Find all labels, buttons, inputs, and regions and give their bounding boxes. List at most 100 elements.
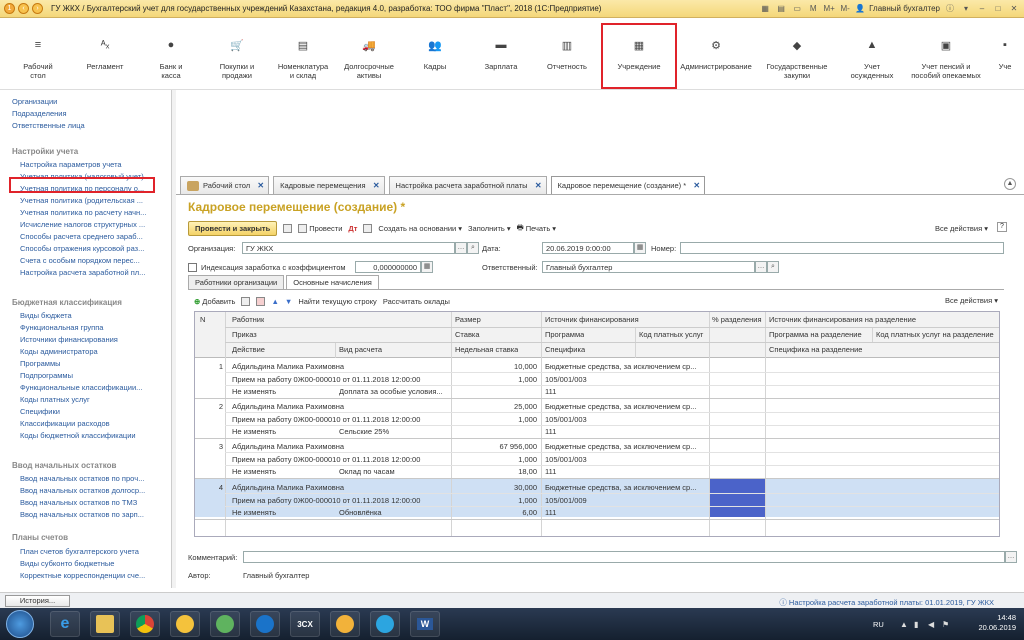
section-11[interactable]: ◆ Государственные закупки: [757, 18, 837, 90]
nav-item[interactable]: Коды платных услуг: [20, 395, 90, 404]
spec-cell[interactable]: 111: [545, 508, 633, 517]
nav-item[interactable]: Организации: [12, 97, 57, 106]
nav-item[interactable]: Ввод начальных остатков по прoч...: [20, 474, 144, 483]
calc-icon[interactable]: ▤: [775, 2, 787, 14]
tab-personnel-move-create[interactable]: Кадровое перемещение (создание) * ✕: [550, 176, 706, 194]
mem-mminus-button[interactable]: M-: [839, 2, 851, 14]
app-logo-icon[interactable]: 1: [4, 3, 15, 14]
comment-field[interactable]: [243, 551, 1005, 563]
current-user[interactable]: Главный бухгалтер: [869, 4, 940, 13]
section-12[interactable]: ▲ Учет осужденных: [837, 18, 907, 90]
order-cell[interactable]: Прием на работу 0Ж00-000010 от 01.11.201…: [232, 496, 450, 505]
forward-icon[interactable]: ›: [32, 3, 43, 14]
minimize-button[interactable]: –: [976, 2, 988, 14]
selected-cell[interactable]: [709, 479, 765, 517]
size-cell[interactable]: 30,000: [453, 483, 537, 492]
subtab-accruals[interactable]: Основные начисления: [286, 275, 379, 289]
size-cell[interactable]: 10,000: [453, 362, 537, 371]
order-cell[interactable]: Прием на работу 0Ж00-000010 от 01.11.201…: [232, 455, 450, 464]
section-3[interactable]: 🛒 Покупки и продажи: [204, 18, 270, 90]
nav-item[interactable]: Подразделения: [12, 109, 67, 118]
source-cell[interactable]: Бюджетные средства, за исключением ср...: [545, 362, 707, 371]
responsible-field[interactable]: Главный бухгалтер: [542, 261, 755, 273]
find-current-row-button[interactable]: Найти текущую строку: [298, 297, 376, 306]
mem-m-button[interactable]: M: [807, 2, 819, 14]
source-cell[interactable]: Бюджетные средства, за исключением ср...: [545, 442, 707, 451]
close-tab-icon[interactable]: ✕: [535, 181, 542, 190]
close-tab-icon[interactable]: ✕: [257, 181, 264, 190]
nav-item[interactable]: Источники финансирования: [20, 335, 118, 344]
nav-item[interactable]: Коды бюджетной классификации: [20, 431, 136, 440]
section-5[interactable]: 🚚 Долгосрочные активы: [336, 18, 402, 90]
onec2-icon[interactable]: [330, 611, 360, 637]
indexation-checkbox[interactable]: [188, 263, 197, 272]
col-spec[interactable]: Специфика: [545, 345, 585, 354]
action-cell[interactable]: Не изменять: [232, 467, 334, 476]
section-4[interactable]: ▤ Номенклатура и склад: [270, 18, 336, 90]
collapse-icon[interactable]: ▲: [1004, 178, 1016, 190]
info-icon[interactable]: ⓘ: [944, 2, 956, 14]
close-button[interactable]: ✕: [1008, 2, 1020, 14]
col-source[interactable]: Источник финансирования: [545, 315, 639, 324]
col-paid-code[interactable]: Код платных услуг: [639, 330, 707, 339]
date-field[interactable]: 20.06.2019 0:00:00: [542, 242, 634, 254]
action-cell[interactable]: Не изменять: [232, 387, 334, 396]
section-1[interactable]: ᴬₓ Регламент: [72, 18, 138, 90]
nav-item[interactable]: Настройка расчета заработной пл...: [20, 268, 145, 277]
print-button[interactable]: 🖶 Печать ▾: [517, 222, 556, 235]
dots-icon[interactable]: …: [1005, 551, 1017, 563]
rate-cell[interactable]: 1,000: [453, 496, 537, 505]
tab-salary-settings[interactable]: Настройка расчета заработной платы ✕: [388, 176, 547, 194]
calc-salaries-button[interactable]: Рассчитать оклады: [383, 297, 450, 306]
help-icon[interactable]: ?: [997, 222, 1007, 232]
size-cell[interactable]: 25,000: [453, 402, 537, 411]
nav-item[interactable]: Ввод начальных остатков по зарп...: [20, 510, 144, 519]
volume-icon[interactable]: ◀: [928, 620, 934, 629]
nav-item[interactable]: Специфики: [20, 407, 60, 416]
calc-kind-cell[interactable]: Обновлёнка: [339, 508, 449, 517]
table-all-actions-button[interactable]: Все действия ▾: [945, 296, 998, 305]
start-button[interactable]: [6, 610, 34, 638]
col-program[interactable]: Программа: [545, 330, 584, 339]
word-icon[interactable]: W: [410, 611, 440, 637]
explorer-icon[interactable]: [90, 611, 120, 637]
tab-personnel-moves[interactable]: Кадровые перемещения ✕: [273, 176, 385, 194]
tray-arrow-icon[interactable]: ▲: [900, 620, 908, 629]
nav-item[interactable]: Счета с особым порядком перес...: [20, 256, 140, 265]
nav-item[interactable]: Подпрограммы: [20, 371, 73, 380]
rate-cell[interactable]: 1,000: [453, 375, 537, 384]
onec-icon[interactable]: [170, 611, 200, 637]
spec-cell[interactable]: 111: [545, 467, 633, 476]
calendar-icon[interactable]: ▦: [759, 2, 771, 14]
program-cell[interactable]: 105/001/009: [545, 496, 633, 505]
section-6[interactable]: 👥 Кадры: [402, 18, 468, 90]
section-0[interactable]: ≡ Рабочий стол: [6, 18, 70, 90]
calc-kind-cell[interactable]: Доплата за особые условия...: [339, 387, 449, 396]
calc-kind-cell[interactable]: Сельские 25%: [339, 427, 449, 436]
maximize-button[interactable]: □: [992, 2, 1004, 14]
order-cell[interactable]: Прием на работу 0Ж00-000010 от 01.11.201…: [232, 375, 450, 384]
source-cell[interactable]: Бюджетные средства, за исключением ср...: [545, 402, 707, 411]
row-number[interactable]: 4: [199, 483, 223, 492]
col-paid-split[interactable]: Код платных услуг на разделение: [876, 330, 999, 339]
nav-item[interactable]: Учетная политика по расчету начн...: [20, 208, 146, 217]
move-up-icon[interactable]: ▲: [271, 297, 278, 306]
col-order[interactable]: Приказ: [232, 330, 257, 339]
search-icon[interactable]: ⌕: [767, 261, 779, 273]
rate-cell[interactable]: 1,000: [453, 415, 537, 424]
col-worker[interactable]: Работник: [232, 315, 264, 324]
spec-cell[interactable]: 111: [545, 387, 633, 396]
all-actions-button[interactable]: Все действия ▾: [935, 224, 988, 233]
nav-item[interactable]: Способы отражения курсовой раз...: [20, 244, 144, 253]
nav-item[interactable]: Ввод начальных остатков по ТМЗ: [20, 498, 137, 507]
nav-item[interactable]: Программы: [20, 359, 61, 368]
weekly-rate-cell[interactable]: 18,00: [453, 467, 537, 476]
worker-cell[interactable]: Абдильдина Малика Рахимовна: [232, 362, 450, 371]
order-cell[interactable]: Прием на работу 0Ж00-000010 от 01.11.201…: [232, 415, 450, 424]
weekly-rate-cell[interactable]: 6,00: [453, 508, 537, 517]
create-basis-button[interactable]: Создать на основании ▾: [378, 224, 462, 233]
nav-item[interactable]: Коды администратора: [20, 347, 98, 356]
worker-cell[interactable]: Абдильдина Малика Рахимовна: [232, 402, 450, 411]
gallery-icon[interactable]: [210, 611, 240, 637]
nav-item[interactable]: Ответственные лица: [12, 121, 85, 130]
